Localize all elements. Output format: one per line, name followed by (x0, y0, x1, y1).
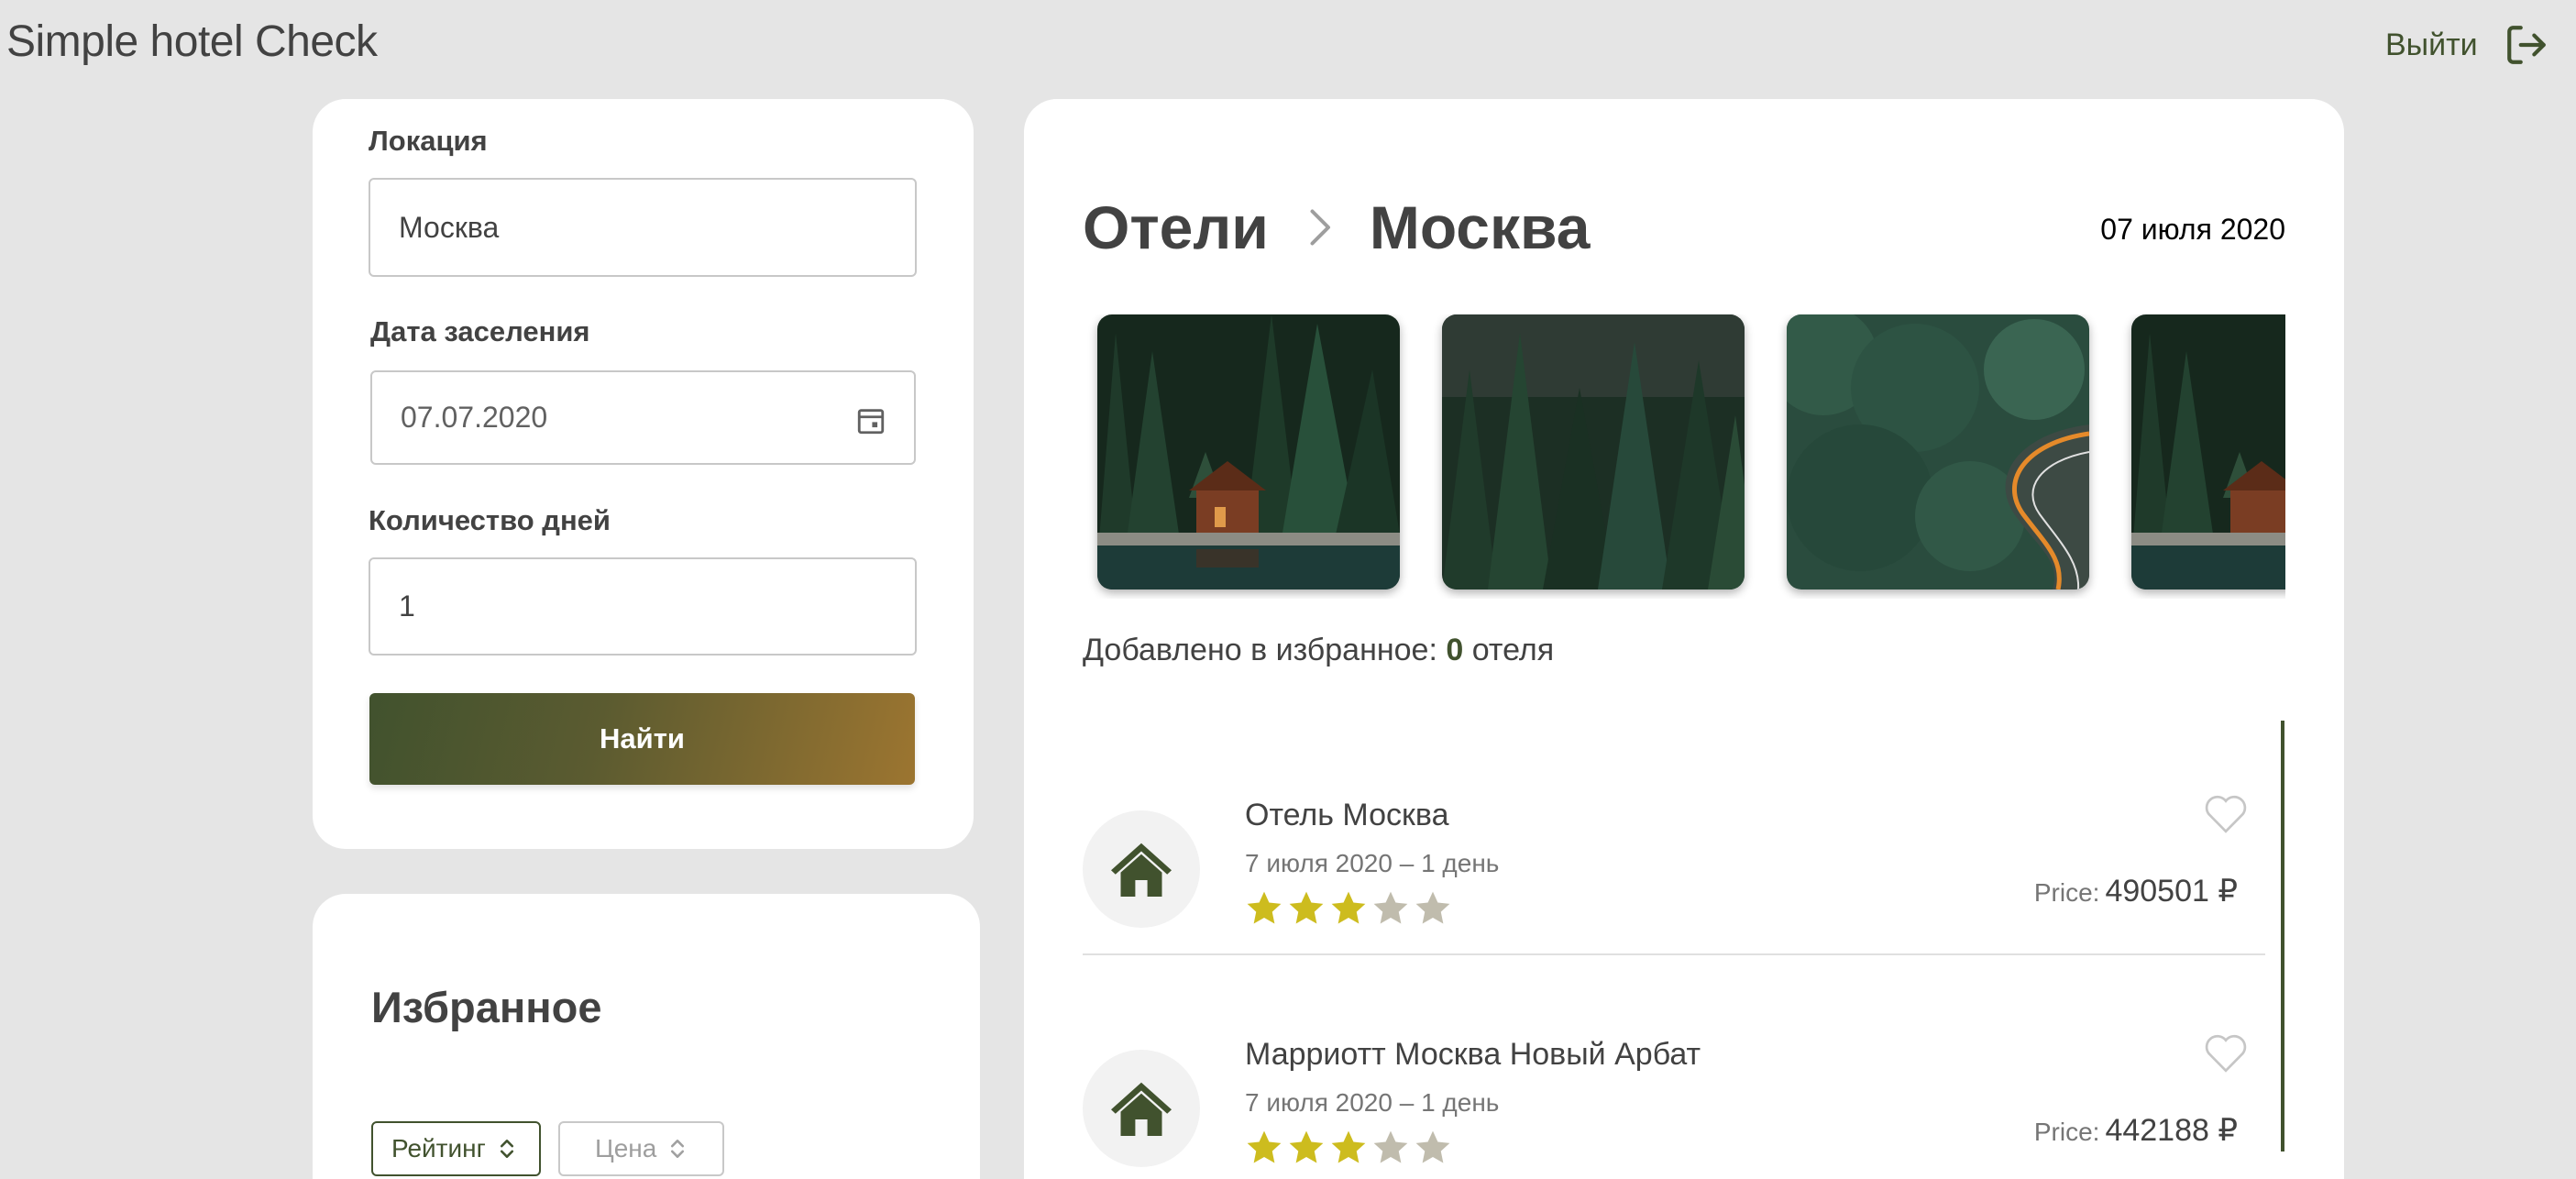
carousel-photo-1[interactable] (1097, 314, 1400, 590)
location-input[interactable]: Москва (369, 178, 917, 277)
dark-forest-photo (1442, 314, 1745, 590)
location-label: Локация (369, 125, 488, 157)
checkin-value: 07.07.2020 (401, 401, 548, 434)
favorites-card: Избранное Рейтинг Цена (313, 894, 980, 1179)
hotel-date: 7 июля 2020 – 1 день (1245, 849, 1500, 877)
hotel-name: Отель Москва (1245, 798, 1449, 832)
favorite-heart-icon[interactable] (2203, 792, 2249, 834)
location-value: Москва (399, 210, 500, 244)
hotel-date: 7 июля 2020 – 1 день (1245, 1088, 1500, 1117)
hotel-price: Price: 490501 ₽ (2034, 873, 2238, 909)
logout-button[interactable]: Выйти (2385, 20, 2549, 70)
logout-label: Выйти (2385, 27, 2478, 62)
favorites-count-text: Добавлено в избранное: 0 отеля (1083, 633, 1554, 668)
price-label: Price: (2033, 878, 2100, 907)
hotel-list-scrollbar[interactable] (2281, 721, 2284, 1151)
search-button[interactable]: Найти (369, 693, 915, 785)
price-label: Price: (2033, 1118, 2100, 1146)
sort-by-price-button[interactable]: Цена (558, 1121, 724, 1176)
hotel-list-item[interactable]: Отель Москва 7 июля 2020 – 1 день Price:… (1083, 795, 2265, 955)
carousel-photo-3[interactable] (1787, 314, 2089, 590)
favorites-count-suffix: отеля (1471, 633, 1555, 667)
breadcrumb: Отели Москва (1083, 193, 1590, 262)
app-title: Simple hotel Check (6, 17, 378, 66)
calendar-icon[interactable] (855, 405, 886, 436)
logout-icon (2506, 26, 2546, 64)
favorites-title: Избранное (371, 983, 602, 1031)
hotel-list-item[interactable]: Марриотт Москва Новый Арбат 7 июля 2020 … (1083, 1034, 2265, 1179)
star-filled-icon (1331, 1130, 1366, 1163)
star-empty-icon (1415, 891, 1450, 924)
sort-by-rating-button[interactable]: Рейтинг (371, 1121, 541, 1176)
checkin-label: Дата заселения (370, 315, 590, 347)
price-value: 490501 ₽ (2105, 874, 2238, 909)
search-form-card: Локация Москва Дата заселения 07.07.2020… (313, 99, 974, 849)
sort-arrows-icon (500, 1140, 513, 1158)
star-rating (1245, 889, 1452, 928)
sort-arrows-icon (671, 1140, 685, 1158)
hotel-price: Price: 442188 ₽ (2034, 1112, 2238, 1149)
house-icon (1111, 1082, 1172, 1136)
days-value: 1 (399, 590, 415, 623)
star-filled-icon (1289, 891, 1324, 924)
favorite-heart-icon[interactable] (2203, 1031, 2249, 1074)
favorites-count-prefix: Добавлено в избранное: (1083, 633, 1437, 667)
hotel-name: Марриотт Москва Новый Арбат (1245, 1037, 1701, 1072)
star-empty-icon (1373, 891, 1408, 924)
forest-road-photo (1787, 314, 2089, 590)
days-input[interactable]: 1 (369, 557, 917, 656)
favorites-count-value: 0 (1446, 633, 1464, 667)
sort-rating-label: Рейтинг (391, 1134, 486, 1162)
breadcrumb-hotels[interactable]: Отели (1083, 193, 1269, 262)
star-filled-icon (1247, 891, 1282, 924)
star-empty-icon (1415, 1130, 1450, 1163)
forest-cabin-photo (2131, 314, 2285, 590)
star-empty-icon (1373, 1130, 1408, 1163)
hotel-avatar (1083, 810, 1200, 928)
star-filled-icon (1331, 891, 1366, 924)
carousel-photo-4[interactable] (2131, 314, 2285, 590)
carousel-photo-2[interactable] (1442, 314, 1745, 590)
days-label: Количество дней (369, 504, 611, 536)
star-filled-icon (1247, 1130, 1282, 1163)
breadcrumb-city: Москва (1369, 193, 1591, 261)
hotel-avatar (1083, 1050, 1200, 1167)
selected-date: 07 июля 2020 (2100, 213, 2285, 246)
star-rating (1245, 1129, 1452, 1167)
chevron-right-icon (1310, 209, 1330, 246)
checkin-date-input[interactable]: 07.07.2020 (370, 370, 916, 465)
sort-price-label: Цена (595, 1134, 657, 1162)
forest-cabin-photo (1097, 314, 1400, 590)
hotels-card: Отели Москва 07 июля 2020 Добавлено в из… (1024, 99, 2344, 1179)
price-value: 442188 ₽ (2105, 1113, 2238, 1148)
star-filled-icon (1289, 1130, 1324, 1163)
house-icon (1111, 843, 1172, 897)
photo-carousel[interactable] (1083, 314, 2285, 599)
